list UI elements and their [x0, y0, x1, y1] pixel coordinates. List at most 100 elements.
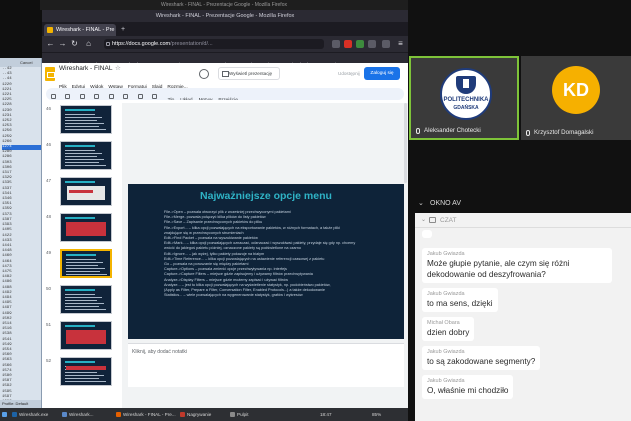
app-icon [116, 412, 121, 418]
google-slides-app: Wireshark - FINAL ☆ PlikEdytujWidokWstaw… [42, 63, 408, 408]
system-clock[interactable]: 18:47 [320, 408, 332, 421]
thumbnail-line [65, 381, 106, 382]
taskbar-item[interactable]: Pulpit [230, 408, 249, 421]
thumbnail-title [65, 109, 95, 111]
chat-message[interactable]: Jakub Gwiazda to są zakodowane segmenty? [422, 346, 541, 370]
document-title[interactable]: Wireshark - FINAL [59, 65, 112, 72]
slide-number: 47 [46, 178, 52, 183]
av-window-label: OKNO AV [430, 200, 461, 207]
extension-icon[interactable] [344, 40, 352, 48]
slide-bullet-list: File->Open – pozwala otworzyć plik z wcz… [164, 210, 396, 298]
thumbnail-line [65, 159, 104, 160]
share-button[interactable]: Udostępnij [332, 67, 362, 80]
thumbnail-line [66, 268, 105, 269]
zoom-icon[interactable] [65, 94, 71, 100]
url-bar[interactable]: https://docs.google.com/presentation/d/.… [104, 39, 324, 49]
sign-in-button[interactable]: Zaloguj się [364, 67, 400, 80]
start-menu-icon[interactable] [2, 408, 9, 421]
background-cancel-button[interactable]: Cancel [0, 58, 41, 67]
line-icon[interactable] [137, 94, 143, 100]
chat-message[interactable]: Michał Obara dzien dobry [422, 317, 475, 341]
chevron-down-icon: ⌄ [421, 217, 427, 223]
forward-arrow-icon[interactable]: → [58, 39, 67, 49]
current-slide[interactable]: Najważniejsze opcje menu File->Open – po… [128, 184, 404, 339]
comment-icon[interactable] [152, 94, 158, 100]
speaker-notes[interactable]: Kliknij, aby dodać notatki [128, 343, 404, 387]
slide-number: 48 [46, 214, 52, 219]
chat-message-row: Jakub Gwiazda to są zakodowane segmenty? [415, 346, 631, 375]
chat-message[interactable]: Jakub Gwiazda to ma sens, dzięki [422, 288, 498, 312]
chat-header[interactable]: ⌄ CZAT [415, 213, 631, 228]
toolbar-button[interactable]: Przejście [218, 95, 237, 100]
present-button[interactable]: Wyświetl prezentację [218, 67, 280, 80]
back-arrow-icon[interactable]: ← [46, 39, 55, 49]
textbox-icon[interactable] [94, 94, 100, 100]
thumbnail-line [65, 297, 102, 298]
search-icon[interactable] [51, 94, 56, 100]
history-icon[interactable] [199, 69, 209, 79]
slide-thumbnail[interactable] [60, 213, 112, 242]
slide-thumbnail[interactable] [60, 105, 112, 134]
battery-indicator[interactable]: 85% [372, 408, 381, 421]
taskbar-item[interactable]: Nagrywanie [180, 408, 211, 421]
chat-message-list: Jakub Gwiazda Może głupie pytanie, ale cz… [415, 230, 631, 404]
menu-hamburger-icon[interactable]: ≡ [396, 39, 405, 49]
thumbnail-line [65, 372, 97, 373]
slide-editor: Najważniejsze opcje menu File->Open – po… [122, 103, 408, 408]
chat-text: dzien dobry [427, 328, 470, 337]
toolbar-button[interactable]: Układ [180, 95, 192, 100]
toolbar-button[interactable]: Motyw [199, 95, 213, 100]
toolbar-button[interactable]: Tło [168, 95, 175, 100]
chat-message[interactable] [422, 230, 432, 238]
chat-text: to są zakodowane segmenty? [427, 357, 536, 366]
reload-icon[interactable]: ↻ [70, 39, 79, 49]
shared-screen: Wireshark - FINAL - Prezentacje Google -… [0, 0, 408, 421]
slide-thumbnail[interactable] [60, 357, 112, 386]
editor-scrollbar[interactable] [404, 103, 407, 183]
downloads-icon[interactable] [368, 40, 376, 48]
star-icon[interactable]: ☆ [115, 64, 121, 72]
participant-tile[interactable]: KD Krzysztof Domagalski [521, 56, 631, 140]
chat-message[interactable]: Jakub Gwiazda O, właśnie mi chodziło [422, 375, 514, 399]
tab-wireshark-final[interactable]: Wireshark - FINAL - Pre [44, 24, 116, 36]
slides-logo-icon[interactable] [45, 67, 55, 81]
thumbnail-title [65, 217, 95, 219]
microphone-icon [416, 128, 420, 134]
chevron-down-icon: ⌄ [418, 200, 424, 207]
seal-text-line2: GDAŃSKA [453, 105, 479, 111]
image-icon[interactable] [108, 94, 114, 100]
thumbnail-line [65, 150, 95, 151]
slide-number: 50 [46, 286, 52, 291]
chat-message[interactable]: Jakub Gwiazda Może głupie pytanie, ale cz… [422, 248, 612, 283]
shape-icon[interactable] [123, 94, 129, 100]
participant-name: Aleksander Chotecki [415, 126, 481, 136]
slide-number: 46 [46, 142, 52, 147]
av-window-toggle[interactable]: ⌄ OKNO AV [408, 197, 631, 210]
taskbar-item[interactable]: Wireshark - FINAL - Pre... [116, 408, 176, 421]
thumbnail-title [65, 289, 95, 291]
url-domain: docs.google.com [128, 41, 171, 47]
home-icon[interactable]: ⌂ [84, 39, 93, 49]
thumbnail-line [66, 259, 96, 260]
slide-thumbnail[interactable] [60, 285, 112, 314]
taskbar-item[interactable]: Wireshark.exe [12, 408, 48, 421]
chat-panel: ⌄ CZAT Jakub Gwiazda Może głupie pytanie,… [415, 213, 631, 421]
thumbnail-title [65, 145, 95, 147]
app-icon [230, 412, 235, 418]
slide-number: 49 [46, 250, 52, 255]
crest-icon [456, 76, 476, 94]
participant-tile-speaking[interactable]: POLITECHNIKA GDAŃSKA Aleksander Chotecki [409, 56, 519, 140]
thumbnail-highlight [66, 366, 106, 370]
slide-thumbnail[interactable] [60, 321, 112, 350]
new-tab-icon[interactable]: + [121, 25, 125, 34]
select-icon[interactable] [79, 94, 85, 100]
slide-thumbnail[interactable] [60, 177, 112, 206]
thumbnail-line [65, 120, 97, 121]
slide-thumbnail[interactable] [60, 249, 112, 278]
extension-icon[interactable] [356, 40, 364, 48]
slide-thumbnail[interactable] [60, 141, 112, 170]
pocket-icon[interactable] [332, 40, 340, 48]
taskbar-item[interactable]: Wireshark... [62, 408, 94, 421]
account-icon[interactable] [382, 40, 390, 48]
thumbnail-line [65, 123, 104, 124]
